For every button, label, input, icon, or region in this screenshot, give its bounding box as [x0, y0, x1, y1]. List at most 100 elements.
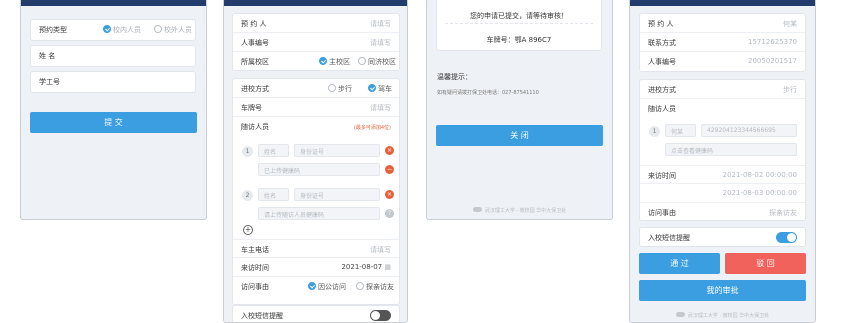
screen-appointment-type: 预约类型 校内人员 校外人员 姓 名 学工号 提 交	[20, 0, 207, 220]
option-external[interactable]: 校外人员	[154, 25, 192, 35]
owner-phone-input[interactable]: 请填写	[370, 245, 391, 255]
contact-value: 15712625370	[748, 38, 797, 46]
submitted-message: 您的申请已提交，请等待审核！	[470, 12, 568, 20]
staff-id-label: 学工号	[39, 78, 60, 86]
reason-label: 访问事由	[241, 283, 269, 291]
travel-label: 进校方式	[648, 86, 676, 94]
name-field[interactable]: 姓 名	[30, 45, 196, 67]
contact-label: 联系方式	[648, 39, 676, 47]
option-internal[interactable]: 校内人员	[103, 25, 141, 35]
type-card: 预约类型 校内人员 校外人员	[30, 19, 196, 41]
sms-card: 入校短信提醒	[232, 305, 400, 322]
add-companion-icon[interactable]: +	[243, 225, 253, 235]
radio-icon	[328, 84, 336, 92]
reason-label: 访问事由	[648, 209, 676, 217]
approve-button[interactable]: 通 过	[639, 253, 720, 274]
visit-time-label: 来访时间	[648, 172, 676, 180]
result-card: 您的申请已提交，请等待审核！ 车牌号：鄂A 896C7	[436, 0, 602, 51]
visit-time-input[interactable]: 2021-08-07 ▦	[341, 263, 391, 271]
screen-review: 预 约 人何某 联系方式 15712625370 人事编号 20050201517 …	[629, 0, 816, 323]
sms-label: 入校短信提醒	[241, 312, 283, 320]
person-id-label: 人事编号	[648, 58, 676, 66]
reason-value: 探亲访友	[769, 209, 797, 217]
cloud-logo-icon	[472, 207, 482, 212]
radio-icon	[356, 282, 364, 290]
radio-checked-icon	[103, 25, 111, 33]
cloud-logo-icon	[675, 312, 685, 317]
footer: 武汉理工大学 · 微校园 华中大保卫处	[630, 312, 815, 319]
companion-number: 1	[649, 126, 660, 137]
sms-card: 入校短信提醒	[639, 227, 806, 247]
header-bar	[224, 0, 407, 6]
visitor-card: 预 约 人请填写 人事编号 请填写 所属校区 主校区 同济校区	[232, 13, 400, 71]
visitor-label: 预 约 人	[241, 20, 267, 28]
radio-checked-icon	[308, 282, 316, 290]
person-id-input[interactable]: 请填写	[370, 38, 391, 48]
tip-text: 如有疑问请拨打保卫处电话：027-87541110	[437, 90, 539, 96]
plate-label: 车牌号	[241, 104, 262, 112]
reason-family[interactable]: 探亲访友	[356, 282, 394, 292]
view-health-code-link[interactable]: 点击查看健康码	[665, 143, 797, 156]
campus-main[interactable]: 主校区	[319, 57, 350, 67]
companion-health-code[interactable]: 请上传随访人员健康码	[258, 207, 380, 220]
companions-hint: (最多可添加4位)	[353, 125, 391, 131]
staff-id-field[interactable]: 学工号	[30, 71, 196, 93]
sms-toggle[interactable]	[776, 232, 797, 243]
visit-time-start: 2021-08-02 00:00:00	[722, 171, 797, 179]
companion-number: 2	[242, 190, 253, 201]
calendar-icon: ▦	[384, 263, 391, 271]
companion-id-input[interactable]: 身份证号	[294, 188, 380, 201]
header-bar	[630, 0, 815, 6]
travel-card: 进校方式 步行 随访人员 1 何某 429204123344566695 点击查看…	[639, 79, 806, 221]
appointment-type-label: 预约类型	[39, 26, 67, 34]
companion-name-input[interactable]: 姓名	[258, 144, 289, 157]
submit-button[interactable]: 提 交	[30, 112, 197, 133]
campus-tongji[interactable]: 同济校区	[358, 57, 396, 67]
person-id-label: 人事编号	[241, 39, 269, 47]
visitor-label: 预 约 人	[648, 20, 674, 28]
owner-phone-label: 车主电话	[241, 246, 269, 254]
sms-label: 入校短信提醒	[648, 234, 690, 242]
campus-label: 所属校区	[241, 58, 269, 66]
visit-time-label: 来访时间	[241, 264, 269, 272]
header-bar	[21, 0, 206, 6]
companion-health-code[interactable]: 已上传健康码	[258, 163, 380, 176]
visitor-input[interactable]: 请填写	[370, 19, 391, 29]
radio-icon	[154, 25, 162, 33]
screen-submitted: 您的申请已提交，请等待审核！ 车牌号：鄂A 896C7 温馨提示： 如有疑问请拨…	[426, 0, 613, 220]
visitor-card: 预 约 人 何某 联系方式 15712625370 人事编号 20050201517	[639, 13, 806, 72]
travel-drive[interactable]: 驾车	[368, 84, 392, 94]
help-icon[interactable]: ?	[385, 209, 394, 218]
my-review-button[interactable]: 我的审批	[639, 280, 806, 301]
sms-toggle[interactable]	[370, 310, 391, 321]
radio-icon	[358, 57, 366, 65]
delete-icon[interactable]: ×	[385, 190, 394, 199]
companion-id-input[interactable]: 身份证号	[294, 144, 380, 157]
travel-card: 进校方式 步行 驾车 车牌号 请填写 随访人员 (最多可添加4位) 1 姓名 身份证…	[232, 78, 400, 305]
reject-button[interactable]: 驳 回	[725, 253, 806, 274]
visit-time-end: 2021-08-03 00:00:00	[722, 189, 797, 197]
travel-value: 步行	[783, 86, 797, 94]
reason-official[interactable]: 因公访问	[308, 282, 346, 292]
companion-number: 1	[242, 146, 253, 157]
companion-id: 429204123344566695	[701, 124, 797, 137]
close-button[interactable]: 关 闭	[436, 125, 603, 146]
plate-number: 车牌号：鄂A 896C7	[486, 36, 552, 44]
visitor-value: 何某	[783, 20, 797, 28]
person-id-value: 20050201517	[748, 57, 797, 65]
delete-icon[interactable]: ×	[385, 146, 394, 155]
remove-icon[interactable]: −	[385, 165, 394, 174]
travel-label: 进校方式	[241, 85, 269, 93]
companions-label: 随访人员	[648, 105, 676, 113]
companion-name-input[interactable]: 姓名	[258, 188, 289, 201]
name-label: 姓 名	[39, 52, 56, 60]
screen-visit-form: 预 约 人请填写 人事编号 请填写 所属校区 主校区 同济校区 进校方式 步行 驾…	[223, 0, 408, 323]
travel-walk[interactable]: 步行	[328, 84, 352, 94]
tip-title: 温馨提示：	[437, 73, 472, 81]
plate-input[interactable]: 请填写	[370, 103, 391, 113]
companions-label: 随访人员	[241, 123, 269, 131]
radio-checked-icon	[319, 57, 327, 65]
companion-name: 何某	[665, 124, 696, 137]
footer: 武汉理工大学 · 微校园 华中大保卫处	[427, 207, 612, 214]
radio-checked-icon	[368, 84, 376, 92]
